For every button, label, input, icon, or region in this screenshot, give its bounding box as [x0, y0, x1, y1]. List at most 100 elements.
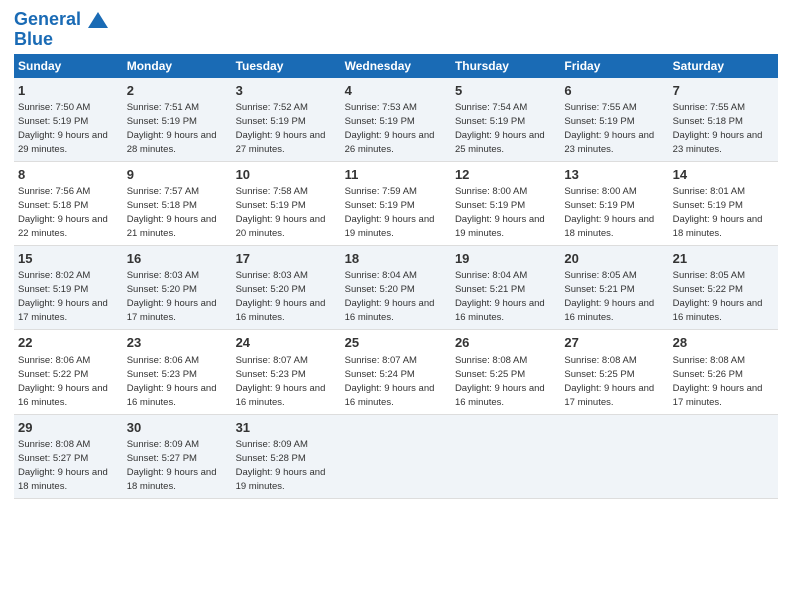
day-info: Sunrise: 8:08 AMSunset: 5:26 PMDaylight:…: [673, 355, 763, 408]
day-number: 20: [564, 250, 664, 268]
calendar-cell: 15 Sunrise: 8:02 AMSunset: 5:19 PMDayligh…: [14, 246, 123, 330]
calendar-cell: 21 Sunrise: 8:05 AMSunset: 5:22 PMDayligh…: [669, 246, 778, 330]
weekday-header-monday: Monday: [123, 54, 232, 78]
day-number: 10: [236, 166, 337, 184]
day-info: Sunrise: 8:09 AMSunset: 5:28 PMDaylight:…: [236, 439, 326, 492]
week-row-4: 22Sunrise: 8:06 AMSunset: 5:22 PMDayligh…: [14, 330, 778, 414]
calendar-cell: 16 Sunrise: 8:03 AMSunset: 5:20 PMDayligh…: [123, 246, 232, 330]
calendar-cell: 9Sunrise: 7:57 AMSunset: 5:18 PMDaylight…: [123, 161, 232, 245]
calendar-cell: 30 Sunrise: 8:09 AMSunset: 5:27 PMDayligh…: [123, 414, 232, 498]
day-info: Sunrise: 8:06 AMSunset: 5:23 PMDaylight:…: [127, 355, 217, 408]
day-info: Sunrise: 8:03 AMSunset: 5:20 PMDaylight:…: [127, 270, 217, 323]
week-row-1: 1 Sunrise: 7:50 AMSunset: 5:19 PMDaylight…: [14, 78, 778, 162]
day-info: Sunrise: 8:08 AMSunset: 5:27 PMDaylight:…: [18, 439, 108, 492]
day-number: 5: [455, 82, 556, 100]
day-number: 31: [236, 419, 337, 437]
weekday-header-thursday: Thursday: [451, 54, 560, 78]
day-info: Sunrise: 8:05 AMSunset: 5:21 PMDaylight:…: [564, 270, 654, 323]
day-info: Sunrise: 7:58 AMSunset: 5:19 PMDaylight:…: [236, 186, 326, 239]
calendar-cell: 6 Sunrise: 7:55 AMSunset: 5:19 PMDaylight…: [560, 78, 668, 162]
day-number: 12: [455, 166, 556, 184]
day-info: Sunrise: 8:03 AMSunset: 5:20 PMDaylight:…: [236, 270, 326, 323]
weekday-header-sunday: Sunday: [14, 54, 123, 78]
weekday-header-tuesday: Tuesday: [232, 54, 341, 78]
calendar-cell: 23Sunrise: 8:06 AMSunset: 5:23 PMDayligh…: [123, 330, 232, 414]
calendar-cell: 12 Sunrise: 8:00 AMSunset: 5:19 PMDayligh…: [451, 161, 560, 245]
calendar-cell: 22Sunrise: 8:06 AMSunset: 5:22 PMDayligh…: [14, 330, 123, 414]
calendar-cell: 14Sunrise: 8:01 AMSunset: 5:19 PMDayligh…: [669, 161, 778, 245]
day-number: 14: [673, 166, 774, 184]
calendar-cell: 29 Sunrise: 8:08 AMSunset: 5:27 PMDayligh…: [14, 414, 123, 498]
calendar-cell: 1 Sunrise: 7:50 AMSunset: 5:19 PMDaylight…: [14, 78, 123, 162]
calendar-cell: 10 Sunrise: 7:58 AMSunset: 5:19 PMDayligh…: [232, 161, 341, 245]
calendar-cell: 24 Sunrise: 8:07 AMSunset: 5:23 PMDayligh…: [232, 330, 341, 414]
day-number: 29: [18, 419, 119, 437]
day-info: Sunrise: 8:00 AMSunset: 5:19 PMDaylight:…: [455, 186, 545, 239]
weekday-header-friday: Friday: [560, 54, 668, 78]
day-number: 16: [127, 250, 228, 268]
calendar-cell: 17 Sunrise: 8:03 AMSunset: 5:20 PMDayligh…: [232, 246, 341, 330]
calendar-cell: 4Sunrise: 7:53 AMSunset: 5:19 PMDaylight…: [341, 78, 451, 162]
day-number: 21: [673, 250, 774, 268]
weekday-header-wednesday: Wednesday: [341, 54, 451, 78]
day-number: 1: [18, 82, 119, 100]
calendar-cell: [341, 414, 451, 498]
day-number: 30: [127, 419, 228, 437]
day-number: 8: [18, 166, 119, 184]
calendar-cell: 19 Sunrise: 8:04 AMSunset: 5:21 PMDayligh…: [451, 246, 560, 330]
calendar-cell: [560, 414, 668, 498]
logo-blue: Blue: [14, 30, 108, 48]
day-number: 3: [236, 82, 337, 100]
calendar-cell: 13 Sunrise: 8:00 AMSunset: 5:19 PMDayligh…: [560, 161, 668, 245]
day-info: Sunrise: 8:09 AMSunset: 5:27 PMDaylight:…: [127, 439, 217, 492]
calendar-cell: 8 Sunrise: 7:56 AMSunset: 5:18 PMDaylight…: [14, 161, 123, 245]
day-info: Sunrise: 8:08 AMSunset: 5:25 PMDaylight:…: [455, 355, 545, 408]
calendar-cell: 3 Sunrise: 7:52 AMSunset: 5:19 PMDaylight…: [232, 78, 341, 162]
day-number: 19: [455, 250, 556, 268]
day-number: 26: [455, 334, 556, 352]
day-number: 13: [564, 166, 664, 184]
day-number: 15: [18, 250, 119, 268]
day-info: Sunrise: 8:05 AMSunset: 5:22 PMDaylight:…: [673, 270, 763, 323]
day-info: Sunrise: 8:07 AMSunset: 5:24 PMDaylight:…: [345, 355, 435, 408]
week-row-3: 15 Sunrise: 8:02 AMSunset: 5:19 PMDayligh…: [14, 246, 778, 330]
day-info: Sunrise: 7:55 AMSunset: 5:19 PMDaylight:…: [564, 102, 654, 155]
week-row-5: 29 Sunrise: 8:08 AMSunset: 5:27 PMDayligh…: [14, 414, 778, 498]
calendar-cell: 18Sunrise: 8:04 AMSunset: 5:20 PMDayligh…: [341, 246, 451, 330]
page-container: General Blue SundayMondayTuesdayWednesda…: [0, 0, 792, 509]
day-info: Sunrise: 7:52 AMSunset: 5:19 PMDaylight:…: [236, 102, 326, 155]
day-info: Sunrise: 8:04 AMSunset: 5:21 PMDaylight:…: [455, 270, 545, 323]
calendar-cell: 28Sunrise: 8:08 AMSunset: 5:26 PMDayligh…: [669, 330, 778, 414]
day-info: Sunrise: 8:07 AMSunset: 5:23 PMDaylight:…: [236, 355, 326, 408]
calendar-cell: 5 Sunrise: 7:54 AMSunset: 5:19 PMDaylight…: [451, 78, 560, 162]
day-number: 17: [236, 250, 337, 268]
calendar-cell: 2 Sunrise: 7:51 AMSunset: 5:19 PMDaylight…: [123, 78, 232, 162]
day-info: Sunrise: 7:55 AMSunset: 5:18 PMDaylight:…: [673, 102, 763, 155]
day-number: 25: [345, 334, 447, 352]
day-info: Sunrise: 8:02 AMSunset: 5:19 PMDaylight:…: [18, 270, 108, 323]
weekday-header-saturday: Saturday: [669, 54, 778, 78]
day-number: 7: [673, 82, 774, 100]
day-info: Sunrise: 7:53 AMSunset: 5:19 PMDaylight:…: [345, 102, 435, 155]
day-number: 2: [127, 82, 228, 100]
day-info: Sunrise: 7:54 AMSunset: 5:19 PMDaylight:…: [455, 102, 545, 155]
calendar-cell: 7 Sunrise: 7:55 AMSunset: 5:18 PMDaylight…: [669, 78, 778, 162]
calendar-cell: 11 Sunrise: 7:59 AMSunset: 5:19 PMDayligh…: [341, 161, 451, 245]
day-info: Sunrise: 7:56 AMSunset: 5:18 PMDaylight:…: [18, 186, 108, 239]
day-number: 11: [345, 166, 447, 184]
day-info: Sunrise: 8:04 AMSunset: 5:20 PMDaylight:…: [345, 270, 435, 323]
day-info: Sunrise: 7:59 AMSunset: 5:19 PMDaylight:…: [345, 186, 435, 239]
day-info: Sunrise: 7:51 AMSunset: 5:19 PMDaylight:…: [127, 102, 217, 155]
header: General Blue: [14, 10, 778, 48]
logo: General Blue: [14, 10, 108, 48]
day-number: 6: [564, 82, 664, 100]
day-number: 24: [236, 334, 337, 352]
day-info: Sunrise: 7:50 AMSunset: 5:19 PMDaylight:…: [18, 102, 108, 155]
day-number: 22: [18, 334, 119, 352]
calendar-cell: 27Sunrise: 8:08 AMSunset: 5:25 PMDayligh…: [560, 330, 668, 414]
calendar-cell: 20 Sunrise: 8:05 AMSunset: 5:21 PMDayligh…: [560, 246, 668, 330]
day-info: Sunrise: 8:00 AMSunset: 5:19 PMDaylight:…: [564, 186, 654, 239]
day-number: 9: [127, 166, 228, 184]
day-info: Sunrise: 8:08 AMSunset: 5:25 PMDaylight:…: [564, 355, 654, 408]
calendar-table: SundayMondayTuesdayWednesdayThursdayFrid…: [14, 54, 778, 499]
